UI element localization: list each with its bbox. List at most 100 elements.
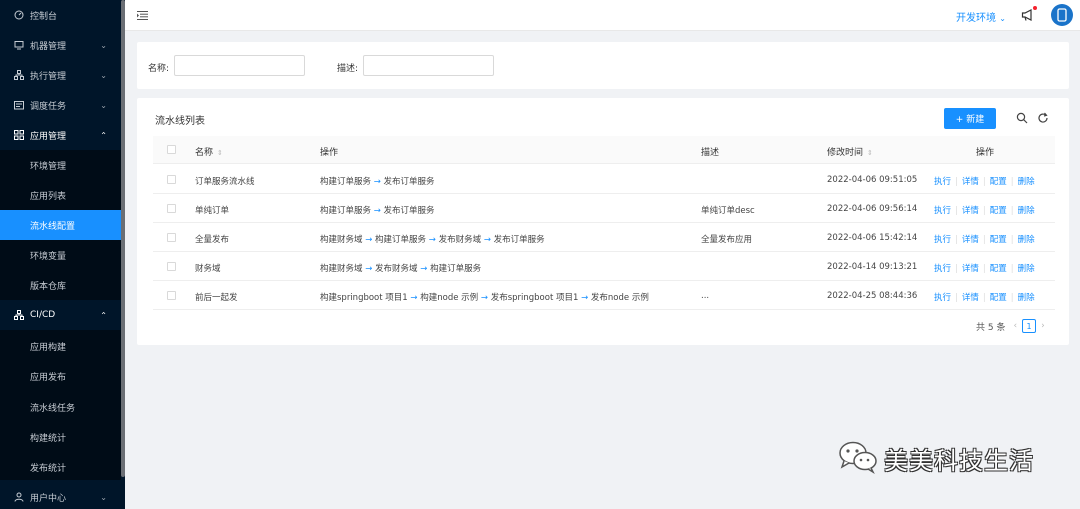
delete-link[interactable]: 删除 xyxy=(1018,177,1035,187)
execute-link[interactable]: 执行 xyxy=(934,293,951,303)
divider: | xyxy=(1010,235,1014,245)
divider: | xyxy=(955,235,958,245)
column-modified-time[interactable]: 修改时间 ⇕ xyxy=(827,145,873,158)
configure-link[interactable]: 配置 xyxy=(990,206,1007,216)
page-number-button[interactable]: 1 xyxy=(1022,319,1037,333)
description-filter-label: 描述: xyxy=(337,64,359,74)
table-header: 名称 ⇕ 操作 描述 修改时间 ⇕ 操作 xyxy=(153,136,1055,164)
description-filter-input[interactable] xyxy=(363,55,494,76)
sidebar: 控制台 机器管理 ⌄ 执行管理 ⌄ 调度任务 ⌄ 应用管理 ⌃ 环境管理 应用列… xyxy=(0,0,125,509)
apps-icon xyxy=(14,130,24,140)
chain-step: 发布订单服务 xyxy=(383,206,435,216)
row-name: 财务域 xyxy=(195,264,221,274)
delete-link[interactable]: 删除 xyxy=(1018,235,1035,245)
environment-selector[interactable]: 开发环境 ⌄ xyxy=(956,9,1006,24)
sort-icon: ⇕ xyxy=(217,149,223,157)
sidebar-item-cicd[interactable]: CI/CD ⌃ xyxy=(0,300,121,330)
sidebar-item-build-stats[interactable]: 构建统计 xyxy=(0,422,121,452)
row-actions: 执行 | 详情 | 配置 | 删除 xyxy=(934,291,1035,303)
details-link[interactable]: 详情 xyxy=(962,235,979,245)
column-name[interactable]: 名称 ⇕ xyxy=(195,145,223,158)
row-description: 单纯订单desc xyxy=(701,206,755,216)
arrow-right-icon: → xyxy=(373,206,381,216)
execute-link[interactable]: 执行 xyxy=(934,264,951,274)
sidebar-item-env-management[interactable]: 环境管理 xyxy=(0,150,121,180)
prev-page-button[interactable]: ‹ xyxy=(1013,321,1017,331)
watermark: 美美科技生活 xyxy=(838,440,1034,477)
details-link[interactable]: 详情 xyxy=(962,293,979,303)
details-link[interactable]: 详情 xyxy=(962,177,979,187)
sidebar-item-user-center[interactable]: 用户中心 ⌄ xyxy=(0,482,121,509)
row-checkbox[interactable] xyxy=(167,175,176,184)
menu-fold-icon[interactable] xyxy=(137,10,148,21)
top-header: 开发环境 ⌄ xyxy=(125,0,1080,31)
cluster-icon xyxy=(14,310,24,320)
configure-link[interactable]: 配置 xyxy=(990,293,1007,303)
configure-link[interactable]: 配置 xyxy=(990,235,1007,245)
table-row: 财务域 构建财务域 → 发布财务域 → 构建订单服务 2022-04-14 09:1… xyxy=(153,252,1055,281)
arrow-right-icon: → xyxy=(365,235,373,245)
sidebar-item-console[interactable]: 控制台 xyxy=(0,0,121,30)
name-filter-input[interactable] xyxy=(174,55,305,76)
sidebar-item-app-build[interactable]: 应用构建 xyxy=(0,331,121,361)
sidebar-scrollbar[interactable] xyxy=(121,0,125,477)
notification-icon[interactable] xyxy=(1021,8,1035,22)
sidebar-item-version-repo[interactable]: 版本仓库 xyxy=(0,270,121,300)
divider: | xyxy=(1010,177,1014,187)
row-operation-chain: 构建财务域 → 发布财务域 → 构建订单服务 xyxy=(320,262,481,274)
search-icon[interactable] xyxy=(1016,112,1028,124)
delete-link[interactable]: 删除 xyxy=(1018,293,1035,303)
sidebar-item-label: 执行管理 xyxy=(30,71,67,82)
pipeline-list-panel: 流水线列表 + 新建 名称 ⇕ 操作 描述 修改时间 ⇕ 操作 订单服务流水线 构建订… xyxy=(137,98,1069,345)
divider: | xyxy=(1010,206,1014,216)
chain-step: 发布财务域 xyxy=(438,235,482,245)
row-checkbox[interactable] xyxy=(167,262,176,271)
sidebar-item-pipeline-tasks[interactable]: 流水线任务 xyxy=(0,392,121,422)
sidebar-item-release-stats[interactable]: 发布统计 xyxy=(0,452,121,482)
details-link[interactable]: 详情 xyxy=(962,206,979,216)
schedule-icon xyxy=(14,100,24,110)
delete-link[interactable]: 删除 xyxy=(1018,206,1035,216)
sidebar-item-schedule[interactable]: 调度任务 ⌄ xyxy=(0,90,121,120)
sidebar-item-machines[interactable]: 机器管理 ⌄ xyxy=(0,30,121,60)
arrow-right-icon: → xyxy=(483,235,491,245)
search-panel: 名称: 描述: xyxy=(137,42,1069,89)
divider: | xyxy=(955,206,958,216)
execute-link[interactable]: 执行 xyxy=(934,177,951,187)
sidebar-item-label: 控制台 xyxy=(30,11,58,22)
row-checkbox[interactable] xyxy=(167,204,176,213)
row-actions: 执行 | 详情 | 配置 | 删除 xyxy=(934,233,1035,245)
row-checkbox[interactable] xyxy=(167,291,176,300)
refresh-icon[interactable] xyxy=(1037,112,1049,124)
select-all-checkbox[interactable] xyxy=(167,145,176,154)
pagination-total: 共 5 条 xyxy=(976,322,1006,333)
chain-step: 发布node 示例 xyxy=(590,293,649,303)
sidebar-item-app-list[interactable]: 应用列表 xyxy=(0,180,121,210)
execute-link[interactable]: 执行 xyxy=(934,235,951,245)
notification-badge xyxy=(1033,6,1037,10)
sidebar-item-execution[interactable]: 执行管理 ⌄ xyxy=(0,60,121,90)
arrow-right-icon: → xyxy=(428,235,436,245)
details-link[interactable]: 详情 xyxy=(962,264,979,274)
sidebar-item-app-release[interactable]: 应用发布 xyxy=(0,361,121,391)
sidebar-item-app-management[interactable]: 应用管理 ⌃ xyxy=(0,120,121,150)
chevron-up-icon: ⌃ xyxy=(100,310,107,320)
chain-step: 发布财务域 xyxy=(375,264,418,274)
configure-link[interactable]: 配置 xyxy=(990,264,1007,274)
delete-link[interactable]: 删除 xyxy=(1018,264,1035,274)
sidebar-item-label: 用户中心 xyxy=(30,493,67,504)
row-actions: 执行 | 详情 | 配置 | 删除 xyxy=(934,175,1035,187)
pagination: 共 5 条 ‹ 1 › xyxy=(976,319,1050,333)
divider: | xyxy=(982,264,986,274)
new-pipeline-button[interactable]: + 新建 xyxy=(944,108,996,129)
next-page-button[interactable]: › xyxy=(1041,321,1045,331)
sidebar-item-env-variables[interactable]: 环境变量 xyxy=(0,240,121,270)
divider: | xyxy=(982,177,986,187)
chain-step: 构建财务域 xyxy=(320,264,363,274)
row-modified-time: 2022-04-06 15:42:14 xyxy=(827,233,918,243)
execute-link[interactable]: 执行 xyxy=(934,206,951,216)
avatar[interactable] xyxy=(1051,4,1073,26)
sidebar-item-pipeline-config[interactable]: 流水线配置 xyxy=(0,210,121,240)
row-checkbox[interactable] xyxy=(167,233,176,242)
configure-link[interactable]: 配置 xyxy=(990,177,1007,187)
